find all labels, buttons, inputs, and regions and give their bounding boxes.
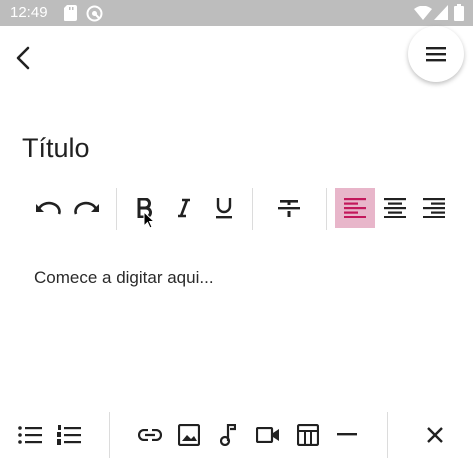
align-left-icon bbox=[344, 198, 366, 218]
battery-icon bbox=[454, 4, 464, 26]
menu-button[interactable] bbox=[408, 26, 464, 82]
insert-video-button[interactable] bbox=[253, 420, 283, 450]
insert-image-button[interactable] bbox=[174, 420, 204, 450]
numbered-list-button[interactable] bbox=[54, 420, 84, 450]
undo-icon bbox=[36, 201, 61, 215]
insert-audio-button[interactable] bbox=[213, 420, 243, 450]
redo-icon bbox=[74, 201, 99, 215]
image-icon bbox=[178, 424, 200, 446]
wifi-icon bbox=[414, 5, 432, 25]
strikethrough-button[interactable] bbox=[271, 190, 307, 226]
arrow-back-icon bbox=[16, 46, 30, 70]
table-icon bbox=[297, 424, 319, 446]
toolbar-divider bbox=[387, 412, 388, 458]
toolbar-divider bbox=[252, 188, 253, 230]
bulleted-list-button[interactable] bbox=[15, 420, 45, 450]
status-bar: 12:49 bbox=[0, 0, 473, 26]
app-bar bbox=[0, 26, 473, 96]
toolbar-divider bbox=[116, 188, 117, 230]
strikethrough-icon bbox=[278, 200, 300, 217]
align-center-icon bbox=[384, 198, 406, 218]
numbered-list-icon bbox=[57, 425, 81, 445]
link-button[interactable] bbox=[135, 420, 165, 450]
underline-icon bbox=[216, 198, 232, 219]
menu-icon bbox=[426, 47, 446, 62]
close-button[interactable] bbox=[420, 420, 450, 450]
horizontal-rule-icon bbox=[337, 433, 357, 436]
editor-body[interactable]: Comece a digitar aqui... bbox=[34, 268, 214, 288]
status-time: 12:49 bbox=[10, 4, 48, 21]
insert-table-button[interactable] bbox=[293, 420, 323, 450]
align-center-button[interactable] bbox=[377, 190, 413, 226]
italic-icon bbox=[178, 198, 190, 218]
bulleted-list-icon bbox=[18, 426, 42, 444]
insert-toolbar bbox=[0, 412, 473, 458]
align-right-button[interactable] bbox=[416, 190, 452, 226]
format-toolbar bbox=[0, 186, 473, 232]
document-title[interactable]: Título bbox=[22, 133, 90, 164]
align-left-button[interactable] bbox=[335, 188, 375, 228]
back-button[interactable] bbox=[8, 42, 40, 74]
horizontal-rule-button[interactable] bbox=[332, 420, 362, 450]
videocam-icon bbox=[256, 427, 279, 443]
mouse-cursor-icon bbox=[143, 211, 155, 229]
redo-button[interactable] bbox=[69, 190, 105, 226]
undo-button[interactable] bbox=[30, 190, 66, 226]
toolbar-divider bbox=[109, 412, 110, 458]
sync-icon bbox=[86, 5, 103, 27]
signal-icon bbox=[434, 5, 448, 25]
close-icon bbox=[427, 427, 443, 443]
link-icon bbox=[138, 429, 162, 441]
music-note-icon bbox=[220, 424, 236, 446]
sd-card-icon bbox=[64, 5, 78, 26]
underline-button[interactable] bbox=[206, 190, 242, 226]
align-right-icon bbox=[423, 198, 445, 218]
toolbar-divider bbox=[326, 188, 327, 230]
italic-button[interactable] bbox=[166, 190, 202, 226]
